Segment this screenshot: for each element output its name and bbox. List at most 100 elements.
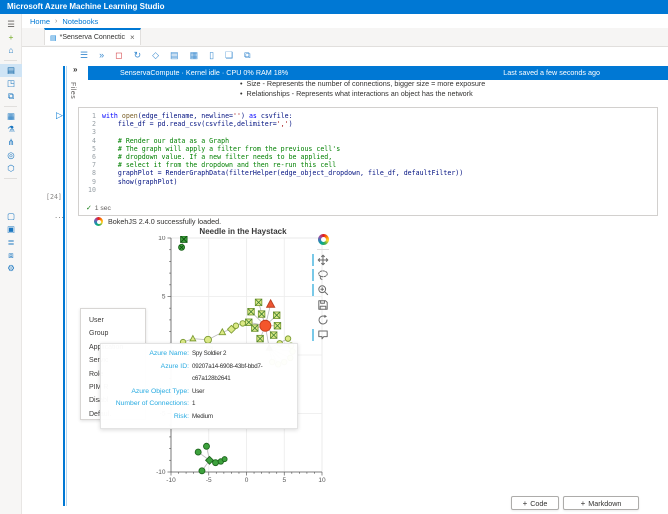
- rail-item-endpoints-icon[interactable]: ⬡: [0, 162, 22, 175]
- code-token: ): [289, 120, 293, 128]
- toolbar-restart-kernel-icon[interactable]: ↻: [134, 50, 142, 61]
- line-number: 3: [79, 128, 96, 136]
- line-numbers: 12345678910: [79, 112, 96, 194]
- plot-toolbar-divider: [317, 249, 329, 250]
- x-tick-label: 0: [245, 477, 249, 484]
- files-panel-splitter[interactable]: [63, 66, 65, 506]
- rail-item-jobs-icon[interactable]: ⚗: [0, 123, 22, 136]
- rail-item-notebooks-icon[interactable]: ▤: [0, 64, 22, 77]
- breadcrumb-separator: ›: [55, 18, 57, 25]
- graph-node-circle: [240, 321, 246, 327]
- x-tick-label: -5: [206, 477, 212, 484]
- y-tick-label: 10: [158, 236, 166, 242]
- tooltip-field-value: User: [192, 386, 204, 399]
- azure-ml-studio-window: Microsoft Azure Machine Learning Studio …: [0, 0, 668, 514]
- cell-duration: 1 sec: [95, 205, 111, 212]
- rail-item-settings-icon[interactable]: ⚙: [0, 262, 22, 275]
- code-token: as: [249, 112, 257, 120]
- code-token: # Render our data as a Graph: [102, 137, 229, 145]
- graph-node-circle: [195, 449, 201, 455]
- code-token: '': [233, 112, 241, 120]
- bullet-text: Relationships - Represents what interact…: [247, 89, 473, 99]
- files-panel-expand-button[interactable]: »: [73, 65, 77, 74]
- add-markdown-button[interactable]: + Markdown: [563, 496, 639, 510]
- notebook-toolbar: ☰ » ◻ ↻ ◇ ▤ ▦ ▯ ❏ ⧉: [80, 46, 251, 64]
- compute-status-bar[interactable]: SenservaCompute · Kernel idle · CPU 0% R…: [88, 66, 668, 80]
- filter-option-user[interactable]: User: [89, 314, 145, 327]
- toolbar-cell-menu-icon[interactable]: ☰: [80, 50, 88, 61]
- y-tick-label: 5: [162, 294, 166, 301]
- tool-reset-icon[interactable]: [316, 314, 330, 326]
- breadcrumb-home-link[interactable]: Home: [30, 17, 50, 26]
- note-bullet-line: •Size - Represents the number of connect…: [240, 79, 485, 89]
- toolbar-variable-explorer-icon[interactable]: ▯: [209, 50, 214, 61]
- tool-wheel-zoom-icon[interactable]: [316, 284, 330, 296]
- plot-title: Needle in the Haystack: [150, 227, 336, 236]
- toolbar-interrupt-icon[interactable]: ◻: [115, 50, 122, 61]
- rail-item-linked-services-icon[interactable]: ⧈: [0, 249, 22, 262]
- rail-item-home-icon[interactable]: ⌂: [0, 44, 22, 57]
- code-cell[interactable]: 12345678910 with open(edge_filename, new…: [78, 107, 658, 216]
- line-number: 10: [79, 186, 96, 194]
- x-tick-label: 10: [318, 477, 326, 484]
- rail-item-automl-icon[interactable]: ◳: [0, 77, 22, 90]
- tooltip-field-value: Medium: [192, 411, 213, 424]
- tool-lasso-select-icon[interactable]: [316, 269, 330, 281]
- toolbar-comments-icon[interactable]: ❏: [225, 50, 233, 61]
- x-tick-label: 5: [282, 477, 286, 484]
- tool-save-icon[interactable]: [316, 299, 330, 311]
- rail-item-data-icon[interactable]: ▦: [0, 110, 22, 123]
- rail-item-pipelines-icon[interactable]: ⋔: [0, 136, 22, 149]
- tooltip-row: Azure ID:09207a14-6908-43bf-bbd7-c67a128…: [107, 361, 291, 386]
- tooltip-row: Number of Connections:1: [107, 398, 291, 411]
- rail-item-designer-icon[interactable]: ⧉: [0, 90, 22, 103]
- toolbar-data-table-icon[interactable]: ▦: [190, 50, 199, 61]
- code-line: show(graphPlot): [102, 178, 655, 186]
- save-status-text: Last saved a few seconds ago: [503, 66, 600, 80]
- plus-icon: +: [523, 499, 528, 508]
- rail-item-new-icon[interactable]: +: [0, 31, 22, 44]
- rail-item-compute-icon[interactable]: ▢: [0, 210, 22, 223]
- line-number: 4: [79, 137, 96, 145]
- notes-list: •Size - Represents the number of connect…: [240, 79, 485, 99]
- tab-senserva-notebook[interactable]: ▤ *Senserva Connectic ×: [44, 28, 141, 45]
- toolbar-run-all-icon[interactable]: »: [99, 50, 104, 60]
- collapsed-cell-marker[interactable]: ...: [55, 211, 65, 220]
- bokeh-logo-icon: [94, 217, 103, 226]
- tool-hover-icon[interactable]: [316, 329, 330, 341]
- toolbar-save-icon[interactable]: ▤: [170, 50, 179, 61]
- tooltip-field-label: Risk:: [107, 411, 189, 424]
- add-markdown-label: Markdown: [588, 499, 621, 508]
- code-token: # select it from the dropdown and then r…: [102, 161, 336, 169]
- bokeh-loaded-message: BokehJS 2.4.0 successfully loaded.: [94, 217, 221, 226]
- tool-pan-icon[interactable]: [316, 254, 330, 266]
- line-number: 5: [79, 145, 96, 153]
- add-code-button[interactable]: + Code: [511, 496, 559, 510]
- bokeh-logo[interactable]: [318, 234, 329, 245]
- tab-close-icon[interactable]: ×: [130, 33, 135, 42]
- cell-status: ✓1 sec: [86, 204, 111, 212]
- rail-item-datastores-icon[interactable]: ≣: [0, 236, 22, 249]
- graph-node-circle: [285, 336, 291, 342]
- run-cell-button[interactable]: ▷: [56, 110, 63, 121]
- note-bullet-line: • Relationships - Represents what interac…: [240, 89, 485, 99]
- rail-item-environments-icon[interactable]: ▣: [0, 223, 22, 236]
- tooltip-row: Azure Name:Spy Soldier 2: [107, 348, 291, 361]
- code-token: graphPlot = RenderGraphData(filterHelper…: [102, 169, 463, 177]
- rail-item-models-icon[interactable]: ◎: [0, 149, 22, 162]
- bullet-glyph: •: [240, 89, 243, 99]
- toolbar-clear-outputs-icon[interactable]: ◇: [152, 50, 159, 61]
- toolbar-open-fullscreen-icon[interactable]: ⧉: [244, 50, 250, 61]
- code-editor[interactable]: with open(edge_filename, newline='') as …: [102, 112, 655, 194]
- graph-node-circle: [260, 320, 271, 331]
- code-token: # dropdown value. If a new filter needs …: [102, 153, 332, 161]
- app-title: Microsoft Azure Machine Learning Studio: [7, 2, 165, 11]
- success-check-icon: ✓: [86, 205, 92, 212]
- breadcrumb: Home › Notebooks: [30, 14, 98, 28]
- breadcrumb-notebooks-link[interactable]: Notebooks: [62, 17, 98, 26]
- hover-tooltip: Azure Name:Spy Soldier 2Azure ID:09207a1…: [100, 343, 298, 429]
- rail-divider: [4, 60, 17, 61]
- rail-item-menu-icon[interactable]: ☰: [0, 18, 22, 31]
- filter-option-group[interactable]: Group: [89, 327, 145, 340]
- code-token: # The graph will apply a filter from the…: [102, 145, 340, 153]
